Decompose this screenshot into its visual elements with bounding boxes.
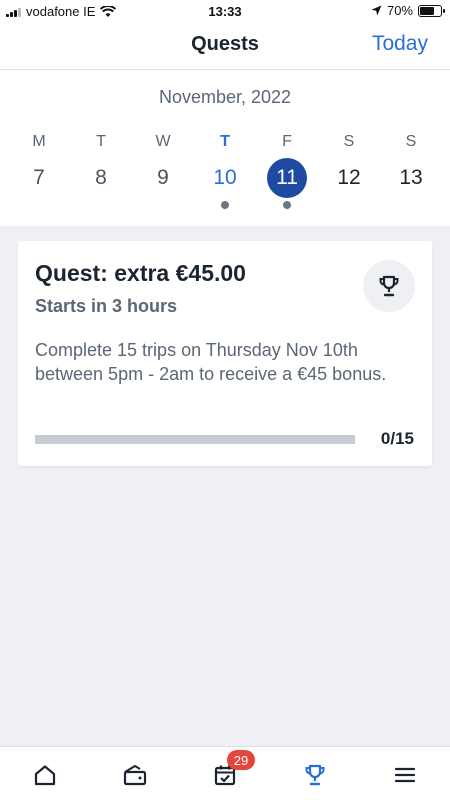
home-icon bbox=[34, 765, 56, 786]
battery-icon bbox=[418, 4, 445, 17]
calendar-day[interactable]: S 13 bbox=[380, 133, 442, 209]
quest-indicator-dot bbox=[283, 201, 291, 209]
quest-title: Quest: extra €45.00 bbox=[35, 260, 246, 286]
day-number: 7 bbox=[33, 166, 45, 189]
calendar-day[interactable]: T8 bbox=[70, 133, 132, 209]
day-of-week-label: T bbox=[220, 133, 230, 150]
wallet-icon bbox=[123, 765, 147, 786]
battery-percent: 70% bbox=[386, 3, 413, 18]
quest-progress-count: 0/15 bbox=[380, 429, 414, 448]
trophy-icon bbox=[305, 764, 325, 786]
week-calendar: November, 2022 M 7 T 8 W 9 T 10 F 11 S 12 S 13 bbox=[0, 70, 450, 226]
week-days: M 7 T 8 W 9 T 10 F 11 S 12 S 13 bbox=[0, 133, 450, 209]
today-button[interactable]: Today bbox=[372, 32, 428, 56]
day-of-week-label: M bbox=[32, 133, 46, 150]
nav-schedule[interactable]: 29 bbox=[180, 747, 270, 800]
day-number: 11 bbox=[267, 158, 307, 198]
day-of-week-label: S bbox=[343, 133, 355, 150]
header: Quests Today bbox=[0, 22, 450, 70]
quest-indicator-dot bbox=[221, 201, 229, 209]
day-of-week-label: T bbox=[96, 133, 106, 150]
calendar-day[interactable]: W9 bbox=[132, 133, 194, 209]
quest-description: Complete 15 trips on Thursday Nov 10th b… bbox=[35, 340, 387, 384]
calendar-day[interactable]: F 11 bbox=[256, 133, 318, 209]
calendar-day[interactable]: S 12 bbox=[318, 133, 380, 209]
day-number: 13 bbox=[399, 166, 423, 189]
day-of-week-label: S bbox=[405, 133, 417, 150]
menu-icon bbox=[394, 767, 416, 783]
day-number: 10 bbox=[213, 166, 237, 189]
quest-card[interactable]: Quest: extra €45.00 Starts in 3 hours Co… bbox=[18, 241, 432, 466]
nav-menu[interactable] bbox=[360, 747, 450, 800]
calendar-day[interactable]: M7 bbox=[8, 133, 70, 209]
day-number: 9 bbox=[157, 166, 169, 189]
day-of-week-label: F bbox=[282, 133, 292, 150]
trophy-badge bbox=[363, 260, 415, 312]
month-label: November, 2022 bbox=[158, 87, 292, 107]
location-arrow-icon bbox=[371, 5, 382, 16]
quest-progress-bar bbox=[35, 435, 355, 444]
status-bar: vodafone IE 13:33 70% bbox=[0, 0, 450, 22]
trophy-icon bbox=[379, 275, 399, 297]
quest-start-time: Starts in 3 hours bbox=[35, 296, 178, 316]
bottom-nav: 29 bbox=[0, 746, 450, 800]
nav-home[interactable] bbox=[0, 747, 90, 800]
nav-wallet[interactable] bbox=[90, 747, 180, 800]
day-number: 8 bbox=[95, 166, 107, 189]
notification-badge: 29 bbox=[227, 750, 255, 770]
day-of-week-label: W bbox=[155, 133, 171, 150]
calendar-day[interactable]: T 10 bbox=[194, 133, 256, 209]
day-number: 12 bbox=[337, 166, 361, 189]
nav-quests[interactable] bbox=[270, 747, 360, 800]
